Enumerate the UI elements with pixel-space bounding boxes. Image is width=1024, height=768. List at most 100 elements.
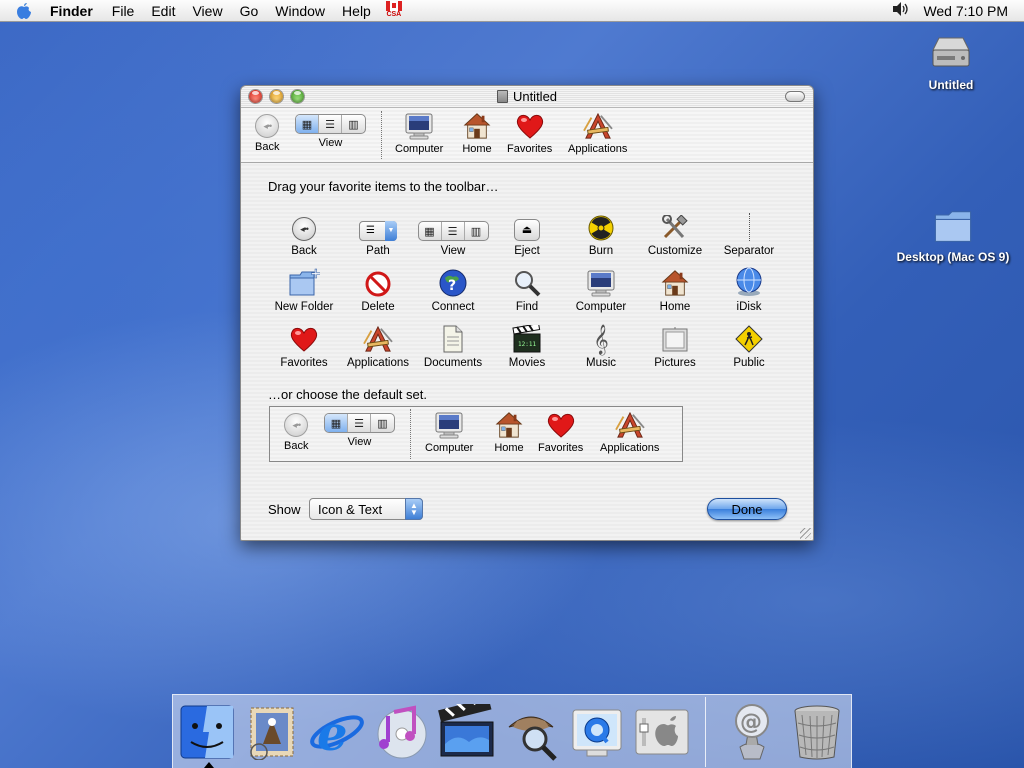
dock: e @	[172, 694, 852, 768]
menu-file[interactable]: File	[112, 3, 135, 19]
computer-icon	[404, 112, 434, 140]
toolbar-applications-label: Applications	[568, 143, 628, 155]
public-sign-icon	[735, 325, 763, 353]
palette-item-customize[interactable]: Customize	[635, 211, 715, 257]
url-icon: @	[735, 703, 769, 759]
svg-text:@: @	[740, 710, 762, 735]
music-clef-icon: 𝄞	[593, 324, 609, 354]
dock-finder[interactable]	[176, 700, 238, 764]
icon-view-icon[interactable]: ▦	[296, 115, 319, 133]
burn-icon	[588, 215, 614, 241]
dock-internet-explorer[interactable]: e	[306, 700, 368, 764]
palette-item-view[interactable]: ▦ ☰ ▥ View	[413, 211, 493, 257]
palette-item-computer[interactable]: Computer	[561, 267, 641, 313]
palette-item-back[interactable]: ◂•• Back	[264, 211, 344, 257]
desktop-icon-label: Desktop (Mac OS 9)	[896, 250, 1010, 264]
default-favorites: Favorites	[538, 411, 583, 454]
palette-item-connect[interactable]: ? Connect	[413, 267, 493, 313]
view-segmented-control[interactable]: ▦ ☰ ▥	[295, 114, 366, 134]
menu-edit[interactable]: Edit	[151, 3, 175, 19]
show-popup[interactable]: Icon & Text ▲ ▼	[309, 498, 423, 520]
palette-item-path[interactable]: ☰ ▼ Path	[338, 211, 418, 257]
dock-trash[interactable]	[786, 700, 848, 764]
computer-icon	[434, 411, 464, 439]
palette-item-applications[interactable]: Applications	[338, 323, 418, 369]
dock-system-preferences[interactable]	[631, 700, 693, 764]
close-button[interactable]	[249, 90, 262, 103]
toolbar-home-label: Home	[462, 143, 492, 155]
palette-label: New Folder	[274, 301, 334, 313]
dock-itunes[interactable]	[371, 700, 433, 764]
toolbar-back[interactable]: ◂•• Back	[255, 114, 279, 153]
menu-go[interactable]: Go	[240, 3, 259, 19]
zoom-button[interactable]	[291, 90, 304, 103]
toolbar-favorites[interactable]: Favorites	[507, 112, 552, 155]
toolbar-separator	[381, 111, 382, 159]
favorites-heart-icon	[289, 325, 319, 353]
dock-imovie[interactable]	[436, 700, 498, 764]
menu-clock[interactable]: Wed 7:10 PM	[923, 3, 1008, 19]
applications-icon	[581, 112, 615, 140]
view-segmented-icon: ▦ ☰ ▥	[417, 221, 489, 241]
palette-item-public[interactable]: Public	[709, 323, 789, 369]
keyboard-layout-label: CSA	[386, 10, 402, 18]
keyboard-layout-flag-icon[interactable]: CSA	[384, 0, 404, 21]
palette-item-delete[interactable]: Delete	[338, 267, 418, 313]
palette-item-documents[interactable]: Documents	[413, 323, 493, 369]
palette-label: Home	[659, 301, 691, 313]
palette-item-new-folder[interactable]: + New Folder	[264, 267, 344, 313]
applications-icon	[613, 411, 647, 439]
toolbar-view-label: View	[318, 137, 343, 149]
toolbar-toggle-button[interactable]	[785, 91, 805, 102]
toolbar-computer[interactable]: Computer	[395, 112, 443, 155]
window-titlebar[interactable]: Untitled	[241, 86, 813, 108]
svg-text:12:11: 12:11	[518, 341, 536, 348]
dock-url[interactable]: @	[721, 700, 783, 764]
dock-separator	[705, 696, 706, 767]
toolbar-home[interactable]: Home	[462, 112, 492, 155]
resize-grip-icon[interactable]	[800, 528, 811, 539]
palette-label: Music	[585, 357, 617, 369]
svg-text:?: ?	[448, 278, 456, 294]
apple-menu-icon[interactable]	[16, 2, 36, 20]
desktop-disk-untitled[interactable]: Untitled	[920, 32, 982, 92]
toolbar-view[interactable]: ▦ ☰ ▥ View	[295, 114, 366, 149]
toolbar-applications[interactable]: Applications	[568, 112, 627, 155]
default-computer-label: Computer	[425, 442, 474, 454]
palette-item-find[interactable]: Find	[487, 267, 567, 313]
palette-label: Connect	[431, 301, 475, 313]
volume-icon[interactable]	[891, 1, 911, 20]
show-popup-value: Icon & Text	[318, 501, 383, 517]
palette-item-music[interactable]: 𝄞 Music	[561, 323, 641, 369]
default-toolbar-set[interactable]: ◂•• Back ▦ ☰ ▥ View Computer Home Favorite…	[269, 406, 683, 462]
palette-item-burn[interactable]: Burn	[561, 211, 641, 257]
palette-label: Back	[291, 245, 317, 257]
minimize-button[interactable]	[270, 90, 283, 103]
palette-label: Separator	[723, 245, 775, 257]
palette-item-favorites[interactable]: Favorites	[264, 323, 344, 369]
done-button[interactable]: Done	[707, 498, 787, 520]
menu-help[interactable]: Help	[342, 3, 371, 19]
window-toolbar: ◂•• Back ▦ ☰ ▥ View Computer Home Favori…	[241, 108, 813, 163]
list-view-icon[interactable]: ☰	[319, 115, 342, 133]
menu-view[interactable]: View	[192, 3, 222, 19]
dock-mail[interactable]	[241, 700, 303, 764]
palette-item-idisk[interactable]: iDisk	[709, 267, 789, 313]
back-arrow-icon: ◂••	[284, 413, 309, 437]
palette-item-movies[interactable]: 12:11 Movies	[487, 323, 567, 369]
dock-sherlock[interactable]	[501, 700, 563, 764]
column-view-icon[interactable]: ▥	[342, 115, 365, 133]
desktop-folder-mac-os-9[interactable]: Desktop (Mac OS 9)	[888, 204, 1018, 264]
menu-finder[interactable]: Finder	[50, 3, 93, 19]
palette-item-eject[interactable]: ⏏ Eject	[487, 211, 567, 257]
palette-label: Burn	[588, 245, 614, 257]
delete-icon	[365, 271, 391, 297]
palette-item-separator[interactable]: Separator	[709, 211, 789, 257]
disk-proxy-icon[interactable]	[496, 90, 508, 103]
dock-quicktime[interactable]	[566, 700, 628, 764]
palette-item-home[interactable]: Home	[635, 267, 715, 313]
menu-window[interactable]: Window	[275, 3, 325, 19]
palette-item-pictures[interactable]: Pictures	[635, 323, 715, 369]
show-label: Show	[268, 502, 301, 517]
default-computer: Computer	[425, 411, 473, 454]
